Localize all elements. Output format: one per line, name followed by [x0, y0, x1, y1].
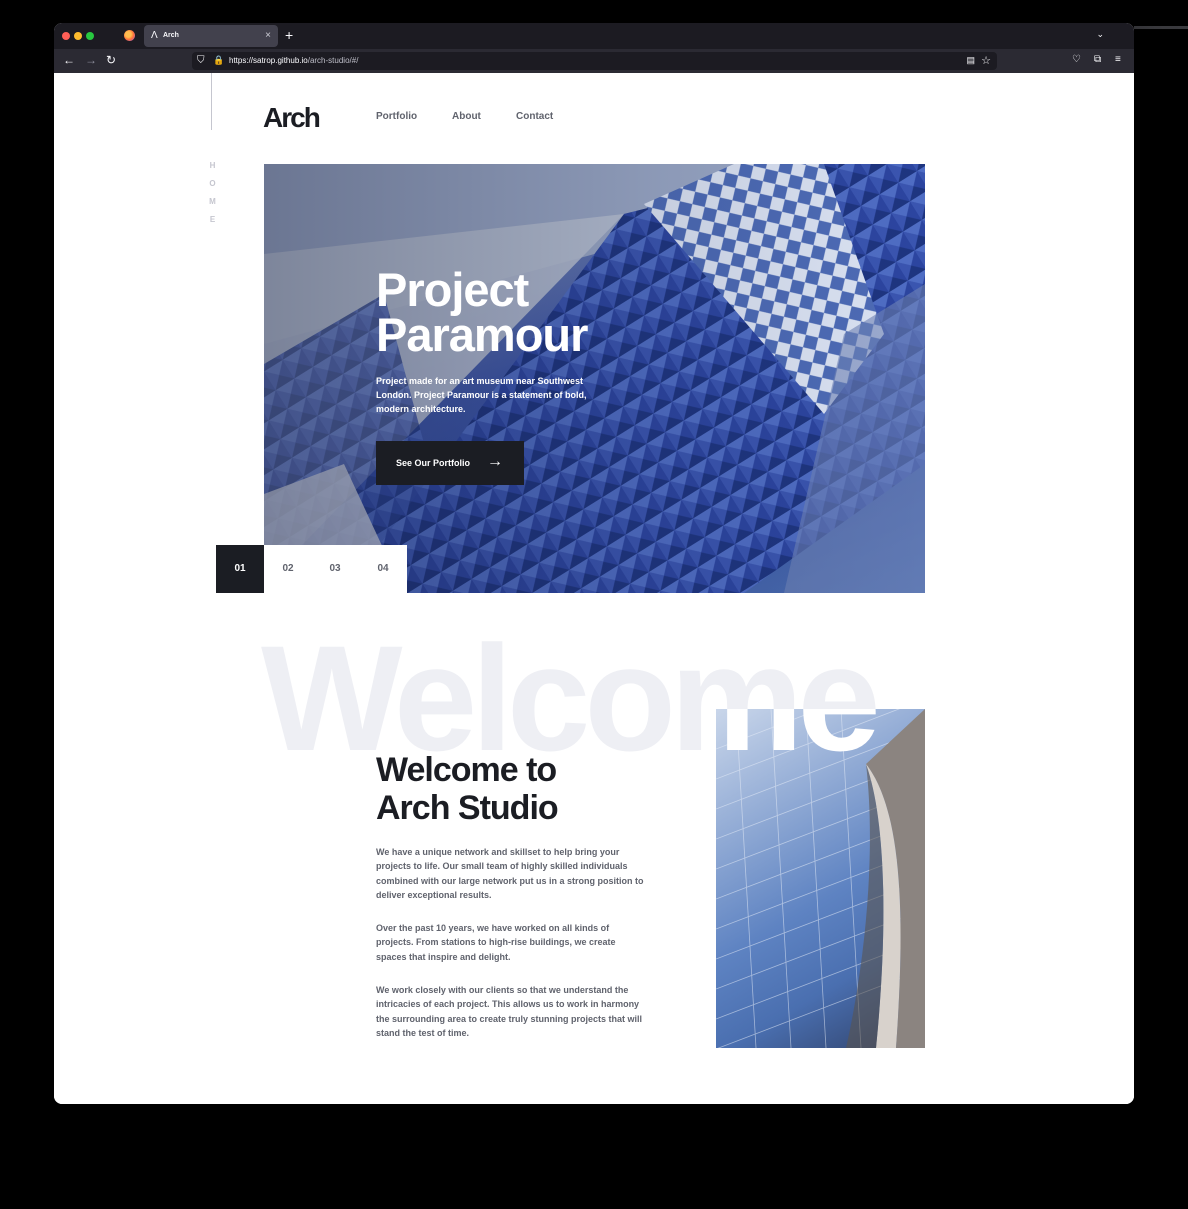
reload-button[interactable]: ↻ — [106, 53, 116, 67]
navigation-toolbar: ← → ↻ ⛉ 🔒 https://satrop.github.io/arch-… — [54, 49, 1134, 73]
see-portfolio-button[interactable]: See Our Portfolio → — [376, 441, 524, 485]
slide-button-01[interactable]: 01 — [216, 545, 264, 593]
url-path: /arch-studio/#/ — [307, 56, 359, 65]
welcome-word-overlay: Welcome — [716, 709, 925, 1048]
hero-title-line-2: Paramour — [376, 308, 588, 361]
menu-icon[interactable]: ≡ — [1115, 54, 1121, 65]
hero-title-line-1: Project — [376, 263, 529, 316]
welcome-paragraph-2: Over the past 10 years, we have worked o… — [376, 923, 616, 962]
bookmark-star-icon[interactable]: ☆ — [981, 54, 991, 67]
arch-logo[interactable]: Arch — [263, 102, 321, 134]
back-button[interactable]: ← — [63, 53, 75, 67]
slide-button-04[interactable]: 04 — [359, 545, 407, 593]
nav-contact[interactable]: Contact — [516, 111, 553, 122]
firefox-icon — [124, 30, 135, 41]
minimize-window-button[interactable] — [74, 32, 82, 40]
welcome-word-overlay-text: Welcome — [716, 709, 881, 773]
new-tab-button[interactable]: + — [285, 27, 293, 43]
browser-window: Λ Arch × + ⌄ ← → ↻ ⛉ 🔒 https://satrop.gi… — [54, 23, 1134, 1104]
slide-button-03[interactable]: 03 — [311, 545, 359, 593]
extensions-icon[interactable]: ⧉ — [1094, 54, 1101, 65]
hero-title: Project Paramour — [376, 263, 676, 361]
welcome-title: Welcome to Arch Studio — [376, 751, 636, 827]
side-page-label: HOME — [208, 161, 217, 233]
welcome-title-line-1: Welcome to — [376, 751, 557, 789]
web-page: HOME Arch Portfolio About Contact Projec… — [54, 73, 1134, 1104]
window-shadow-edge — [1134, 26, 1188, 29]
arch-favicon-icon: Λ — [151, 30, 158, 41]
hero-description: Project made for an art museum near Sout… — [376, 376, 587, 414]
close-tab-icon[interactable]: × — [265, 30, 271, 41]
url-bar[interactable]: ⛉ 🔒 https://satrop.github.io/arch-studio… — [192, 52, 997, 70]
slide-button-02[interactable]: 02 — [264, 545, 312, 593]
nav-about[interactable]: About — [452, 111, 481, 122]
see-portfolio-label: See Our Portfolio — [396, 458, 471, 468]
lock-icon[interactable]: 🔒 — [213, 55, 224, 66]
close-window-button[interactable] — [62, 32, 70, 40]
url-host: https://satrop.github.io — [229, 56, 308, 65]
tab-title: Arch — [163, 32, 179, 39]
zoom-window-button[interactable] — [86, 32, 94, 40]
hero-banner: Project Paramour Project made for an art… — [264, 164, 925, 593]
welcome-paragraph-1: We have a unique network and skillset to… — [376, 847, 644, 900]
list-tabs-icon[interactable]: ⌄ — [1096, 29, 1104, 40]
forward-button[interactable]: → — [85, 53, 97, 67]
side-divider — [211, 73, 212, 130]
hero-slide-selector: 01 02 03 04 — [216, 545, 407, 593]
nav-portfolio[interactable]: Portfolio — [376, 111, 417, 122]
tab-arch[interactable]: Λ Arch × — [144, 25, 278, 47]
welcome-title-line-2: Arch Studio — [376, 789, 559, 827]
arrow-right-icon: → — [487, 453, 503, 470]
tab-bar: Λ Arch × + ⌄ — [54, 23, 1134, 49]
pocket-icon[interactable]: ♡ — [1072, 54, 1081, 65]
welcome-paragraph-3: We work closely with our clients so that… — [376, 985, 643, 1038]
tracking-shield-icon[interactable]: ⛉ — [197, 55, 205, 66]
url-text[interactable]: https://satrop.github.io/arch-studio/#/ — [229, 56, 358, 65]
reader-view-icon[interactable]: ▤ — [966, 55, 975, 66]
